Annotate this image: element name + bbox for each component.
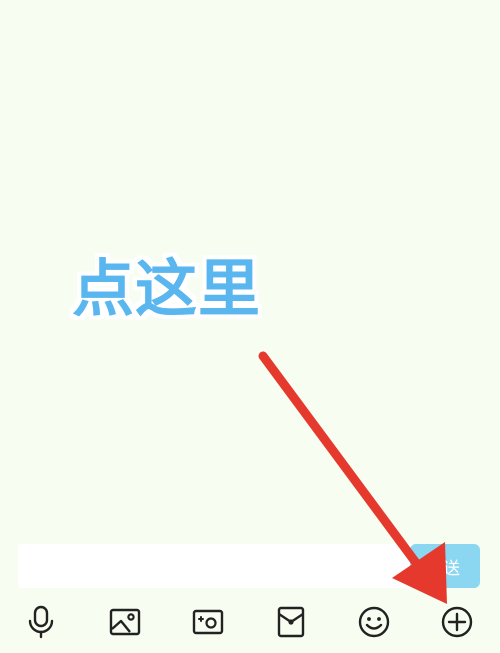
image-icon [109,608,141,636]
microphone-icon [28,605,54,639]
emoji-icon [358,606,390,638]
message-input[interactable] [18,544,413,588]
camera-button[interactable] [190,604,226,640]
chat-toolbar [0,600,500,644]
image-button[interactable] [107,604,143,640]
more-button[interactable] [439,604,475,640]
camera-icon [192,609,224,635]
annotation-label: 点这里 [72,252,262,325]
emoji-button[interactable] [356,604,392,640]
plus-icon [441,606,473,638]
voice-button[interactable] [23,604,59,640]
input-bar: 送 [0,540,500,592]
send-button[interactable]: 送 [410,544,480,588]
chat-screen: 点这里 送 [0,0,500,653]
red-envelope-button[interactable] [273,604,309,640]
red-envelope-icon [277,606,305,638]
